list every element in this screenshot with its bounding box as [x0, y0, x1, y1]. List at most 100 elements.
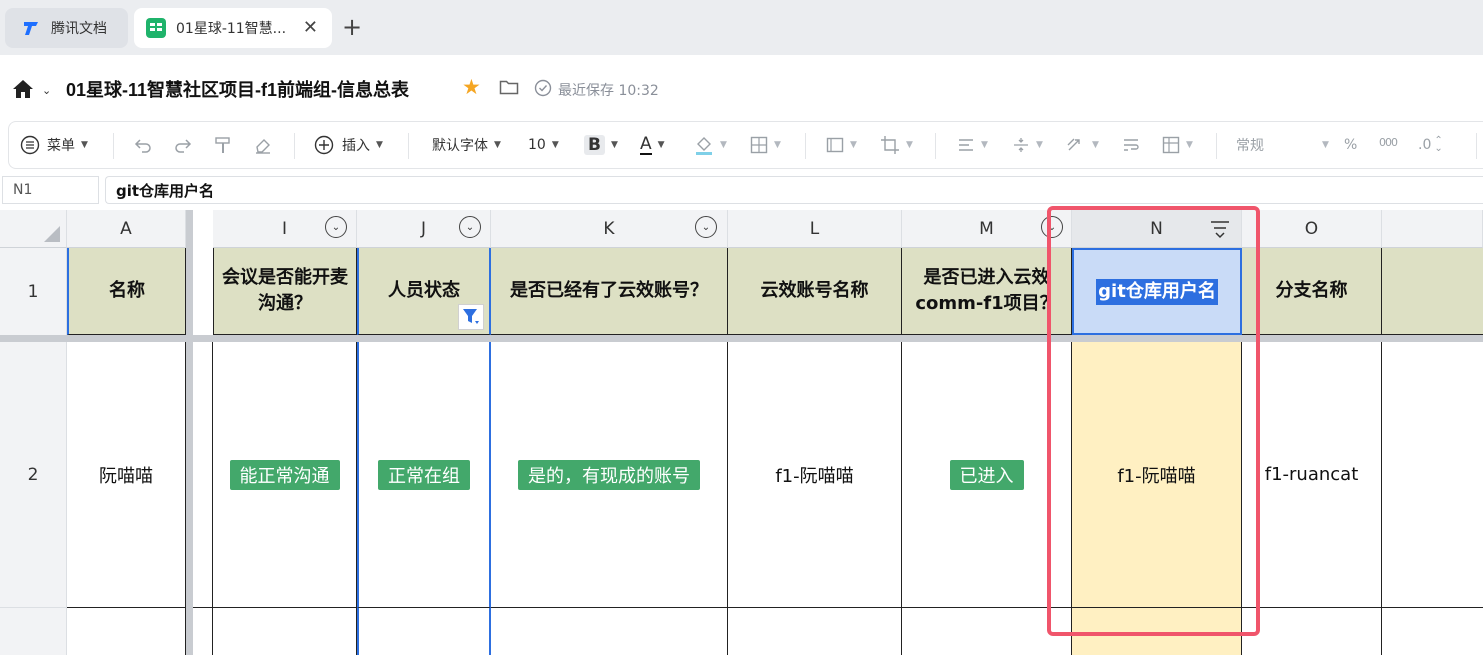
cell-l3[interactable] [728, 608, 902, 655]
chevron-down-icon[interactable]: ⌄ [42, 84, 51, 97]
cell-n1[interactable]: git仓库用户名 [1072, 248, 1242, 335]
cell-text: 名称 [109, 280, 145, 301]
cell-p3[interactable] [1382, 608, 1483, 655]
cell-a3[interactable] [67, 608, 186, 655]
column-header-k[interactable]: K [491, 210, 728, 248]
number-format-select[interactable]: 常规 ▼ [1236, 134, 1329, 156]
doc-title-bar: ⌄ 01星球-11智慧社区项目-f1前端组-信息总表 ★ 最近保存 10:32 [0, 55, 1483, 120]
decimal-button[interactable]: .0 ⌃ ⌄ [1418, 134, 1443, 156]
cell-m2[interactable]: 已进入 [902, 342, 1072, 608]
cell-k2[interactable]: 是的，有现成的账号 [491, 342, 728, 608]
cell-o2[interactable]: f1-ruancat [1242, 342, 1382, 608]
frozen-row-divider[interactable] [0, 335, 1483, 342]
bold-button[interactable]: B ▼ [584, 134, 618, 156]
column-letter: N [1150, 218, 1163, 239]
cell-o3[interactable] [1242, 608, 1382, 655]
filter-icon[interactable] [458, 304, 484, 330]
border-button[interactable]: ▼ [750, 134, 781, 156]
column-menu-icon[interactable]: ⌄ [695, 216, 717, 238]
fill-color-button[interactable]: ▼ [694, 134, 727, 156]
cell-i1[interactable]: 会议是否能开麦沟通？ [213, 248, 357, 335]
bold-label: B [584, 135, 605, 155]
undo-icon[interactable] [134, 134, 152, 156]
align-vertical-button[interactable]: ▼ [1012, 134, 1043, 156]
spreadsheet-grid: A I ⌄ J ⌄ K ⌄ L M ⌄ N O 1 2 名称 会议是否能开麦沟通… [0, 206, 1483, 655]
select-all-corner[interactable] [0, 210, 67, 248]
cell-a1[interactable]: 名称 [67, 248, 186, 335]
cell-k1[interactable]: 是否已经有了云效账号？ [491, 248, 728, 335]
row-header-1[interactable]: 1 [0, 248, 67, 335]
crop-icon [881, 136, 899, 154]
chevron-down-icon: ▼ [494, 140, 501, 150]
cell-text: git仓库用户名 [1096, 278, 1218, 305]
column-letter: J [420, 218, 426, 239]
folder-icon[interactable] [499, 79, 519, 99]
cell-l2[interactable]: f1-阮喵喵 [728, 342, 902, 608]
cell-n2[interactable]: f1-阮喵喵 [1072, 342, 1242, 608]
crop-button[interactable]: ▼ [880, 134, 913, 156]
status-badge: 已进入 [949, 459, 1024, 490]
align-horizontal-button[interactable]: ▼ [957, 134, 988, 156]
home-icon[interactable] [12, 79, 34, 103]
row-header-3[interactable] [0, 608, 67, 655]
formula-input[interactable] [105, 176, 1483, 204]
hidden-columns-gap [193, 342, 213, 608]
filter-lines-icon[interactable] [1209, 219, 1231, 244]
column-header-n[interactable]: N [1072, 210, 1242, 248]
cell-o1[interactable]: 分支名称 [1242, 248, 1382, 335]
new-tab-button[interactable]: + [342, 13, 362, 41]
chevron-down-icon: ▼ [1092, 140, 1099, 150]
column-header-o[interactable]: O [1242, 210, 1382, 248]
cell-i2[interactable]: 能正常沟通 [213, 342, 357, 608]
page-title[interactable]: 01星球-11智慧社区项目-f1前端组-信息总表 [66, 76, 409, 102]
font-size-select[interactable]: 10 ▼ [528, 134, 559, 156]
column-header-l[interactable]: L [728, 210, 902, 248]
freeze-button[interactable]: ▼ [1162, 134, 1193, 156]
cell-j2[interactable]: 正常在组 [357, 342, 491, 608]
divider [935, 133, 936, 159]
column-menu-icon[interactable]: ⌄ [1041, 216, 1063, 238]
fill-bucket-icon [696, 137, 712, 155]
column-menu-icon[interactable]: ⌄ [459, 216, 481, 238]
frozen-column-divider[interactable] [186, 210, 193, 655]
cell-m3[interactable] [902, 608, 1072, 655]
cell-i3[interactable] [213, 608, 357, 655]
row-header-2[interactable]: 2 [0, 342, 67, 608]
cell-m1[interactable]: 是否已进入云效comm-f1项目？ [902, 248, 1072, 335]
font-family-select[interactable]: 默认字体 ▼ [432, 134, 501, 156]
column-header-a[interactable]: A [67, 210, 186, 248]
cell-a2[interactable]: 阮喵喵 [67, 342, 186, 608]
chevron-down-icon: ▼ [81, 140, 88, 150]
text-rotate-button[interactable]: ▼ [1066, 134, 1099, 156]
insert-button[interactable]: 插入 ▼ [314, 134, 383, 156]
tab-label: 腾讯文档 [51, 21, 107, 37]
divider [1216, 133, 1217, 159]
cell-n3[interactable] [1072, 608, 1242, 655]
merge-cells-button[interactable]: ▼ [826, 134, 857, 156]
format-painter-icon[interactable] [214, 134, 232, 156]
cell-l1[interactable]: 云效账号名称 [728, 248, 902, 335]
chevron-down-icon: ▼ [981, 140, 988, 150]
close-icon[interactable]: ✕ [303, 17, 318, 38]
tab-tencent-docs[interactable]: 腾讯文档 [5, 8, 128, 48]
percent-button[interactable]: % [1344, 134, 1357, 156]
column-menu-icon[interactable]: ⌄ [325, 216, 347, 238]
menu-icon [20, 135, 40, 155]
column-header-p[interactable] [1382, 210, 1483, 248]
cell-j3[interactable] [357, 608, 491, 655]
tab-sheet[interactable]: 01星球-11智慧... ✕ [134, 8, 332, 48]
merge-cells-icon [826, 137, 844, 153]
cell-p2[interactable] [1382, 342, 1483, 608]
eraser-icon[interactable] [254, 134, 272, 156]
font-color-button[interactable]: A ▼ [640, 134, 665, 156]
wrap-text-button[interactable] [1122, 134, 1140, 156]
cell-k3[interactable] [491, 608, 728, 655]
cell-p1[interactable] [1382, 248, 1483, 335]
thousands-separator-button[interactable]: 000 [1379, 131, 1398, 153]
redo-icon[interactable] [174, 134, 192, 156]
column-letter: K [603, 218, 615, 239]
cell-reference-box[interactable]: N1 [2, 176, 99, 204]
star-icon[interactable]: ★ [462, 75, 481, 99]
menu-button[interactable]: 菜单 ▼ [20, 134, 88, 156]
text-rotate-icon [1067, 138, 1080, 151]
